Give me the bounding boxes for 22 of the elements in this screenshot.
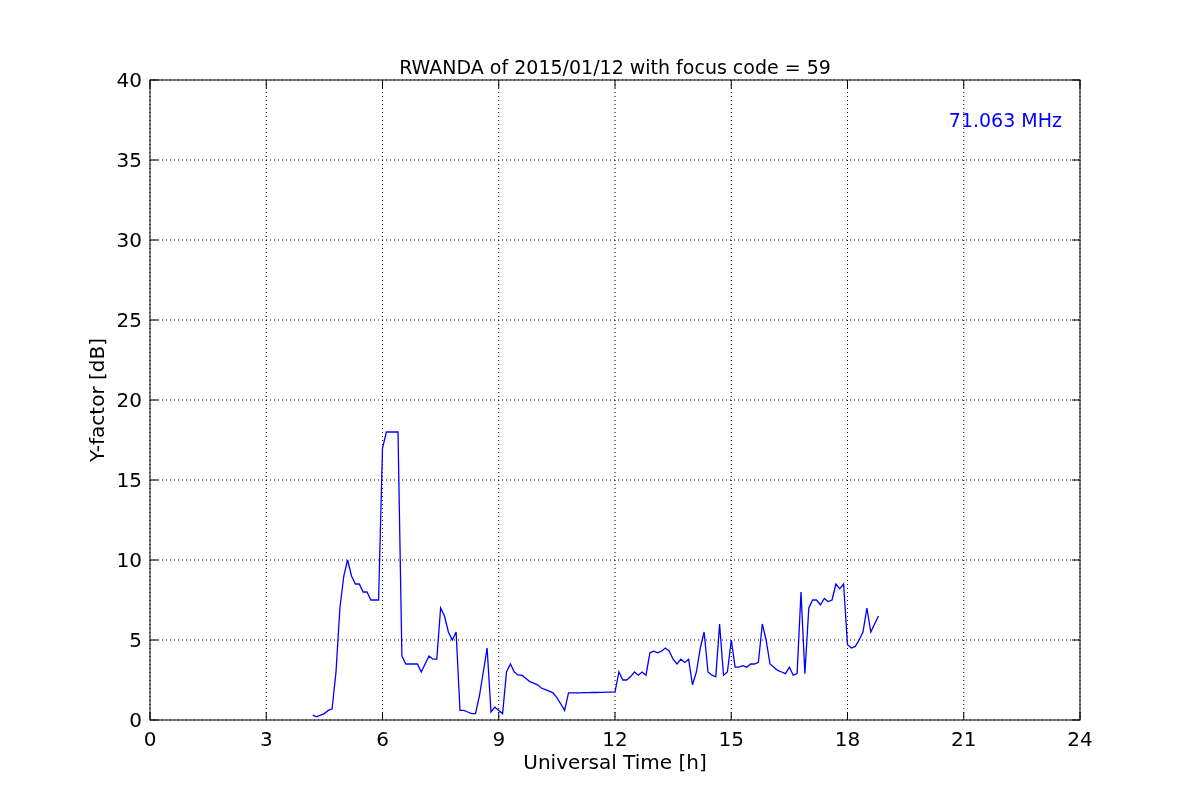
tick-label: 24 xyxy=(1067,727,1093,751)
tick-label: 35 xyxy=(116,148,142,172)
chart-title: RWANDA of 2015/01/12 with focus code = 59 xyxy=(399,56,831,78)
annotation-text: 71.063 MHz xyxy=(948,109,1062,131)
tick-label: 0 xyxy=(129,708,142,732)
tick-label: 21 xyxy=(951,727,977,751)
tick-label: 10 xyxy=(116,548,142,572)
tick-label: 20 xyxy=(116,388,142,412)
x-axis-label: Universal Time [h] xyxy=(523,750,707,774)
tick-label: 5 xyxy=(129,628,142,652)
tick-label: 40 xyxy=(116,68,142,92)
tick-label: 3 xyxy=(259,727,273,751)
tick-label: 9 xyxy=(492,727,506,751)
y-axis-label: Y-factor [dB] xyxy=(85,338,109,462)
tick-label: 12 xyxy=(602,727,628,751)
tick-label: 30 xyxy=(116,228,142,252)
tick-label: 25 xyxy=(116,308,142,332)
tick-label: 18 xyxy=(834,727,861,751)
tick-label: 15 xyxy=(116,468,142,492)
tick-label: 0 xyxy=(143,727,157,751)
tick-label: 15 xyxy=(718,727,744,751)
tick-label: 6 xyxy=(376,727,389,751)
